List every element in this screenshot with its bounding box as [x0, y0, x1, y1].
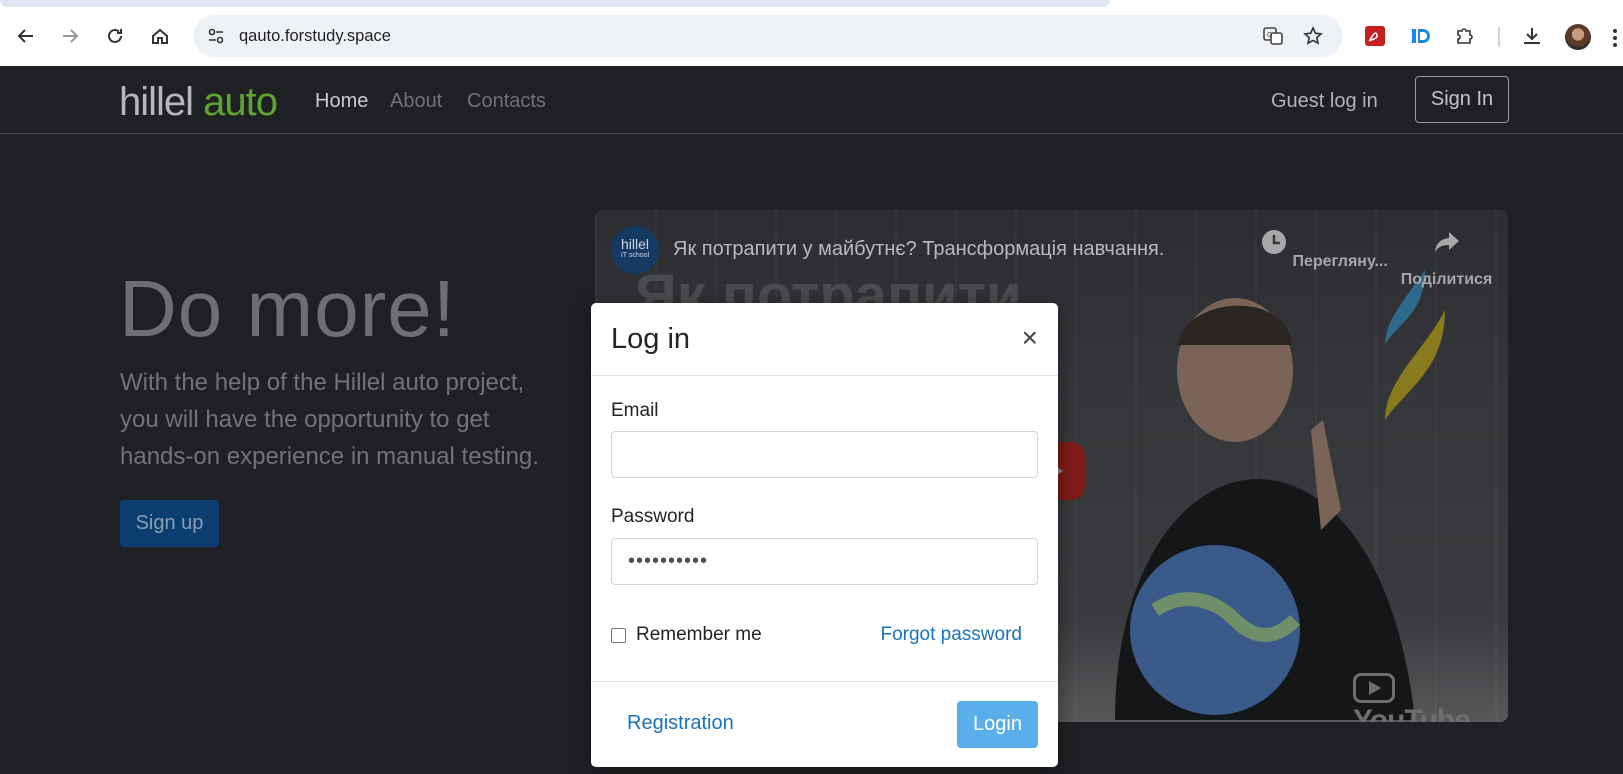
registration-link[interactable]: Registration — [627, 712, 734, 735]
address-bar[interactable]: qauto.forstudy.space G — [193, 15, 1343, 57]
password-field[interactable] — [611, 538, 1038, 585]
email-field[interactable] — [611, 431, 1038, 478]
sign-in-button[interactable]: Sign In — [1415, 76, 1509, 123]
svg-text:G: G — [1267, 32, 1272, 39]
hero-title: Do more! — [119, 264, 456, 353]
home-icon[interactable] — [145, 21, 175, 51]
remember-me[interactable]: Remember me — [611, 624, 762, 646]
translate-icon[interactable]: G — [1261, 24, 1285, 48]
modal-header: Log in × — [591, 303, 1058, 376]
extensions-puzzle-icon[interactable] — [1451, 22, 1479, 50]
password-label: Password — [611, 506, 695, 527]
youtube-play-icon — [1353, 673, 1395, 704]
video-title[interactable]: Як потрапити у майбутнє? Трансформація н… — [673, 238, 1164, 261]
tab-strip — [0, 0, 1623, 7]
share-icon — [1434, 232, 1459, 252]
site-info-icon[interactable] — [201, 21, 231, 51]
pdf-extension-icon[interactable] — [1361, 22, 1389, 50]
share-button[interactable]: Поділитися — [1385, 228, 1508, 289]
sign-up-button[interactable]: Sign up — [120, 500, 219, 547]
close-icon[interactable]: × — [1022, 324, 1038, 352]
remember-me-label[interactable]: Remember me — [636, 624, 762, 646]
nav-contacts[interactable]: Contacts — [467, 90, 546, 113]
forward-icon[interactable] — [55, 21, 85, 51]
hillel-auto-logo[interactable]: hillel auto — [119, 80, 278, 125]
tab-bar — [0, 0, 1110, 7]
id-extension-icon[interactable] — [1406, 22, 1434, 50]
browser-toolbar: qauto.forstudy.space G — [0, 7, 1623, 66]
profile-avatar[interactable] — [1565, 24, 1591, 50]
toolbar-separator — [1498, 27, 1500, 47]
reload-icon[interactable] — [100, 21, 130, 51]
modal-body: Email Password Remember me Forgot passwo… — [591, 376, 1058, 682]
site-header: hillel auto Home About Contacts Guest lo… — [0, 66, 1623, 134]
clock-icon — [1262, 230, 1286, 254]
url-text[interactable]: qauto.forstudy.space — [239, 27, 391, 46]
login-button[interactable]: Login — [957, 701, 1038, 748]
menu-dots-icon[interactable] — [1612, 29, 1618, 47]
guest-login-link[interactable]: Guest log in — [1271, 90, 1378, 113]
nav-home[interactable]: Home — [315, 90, 368, 113]
bookmark-star-icon[interactable] — [1301, 24, 1325, 48]
channel-logo[interactable]: hillel IT school — [611, 226, 659, 274]
modal-title: Log in — [611, 323, 691, 355]
login-modal: Log in × Email Password Remember me Forg… — [591, 303, 1058, 767]
watch-later-button[interactable]: Перегляну... — [1260, 228, 1388, 271]
youtube-logo[interactable]: YouTube — [1353, 670, 1508, 722]
ukraine-flag-shape — [1385, 270, 1445, 420]
email-label: Email — [611, 400, 659, 421]
download-icon[interactable] — [1518, 22, 1546, 50]
hero-text: With the help of the Hillel auto project… — [120, 369, 539, 470]
remember-me-checkbox[interactable] — [611, 627, 626, 643]
forgot-password-link[interactable]: Forgot password — [880, 624, 1022, 646]
back-icon[interactable] — [11, 21, 41, 51]
nav-about[interactable]: About — [390, 90, 442, 113]
